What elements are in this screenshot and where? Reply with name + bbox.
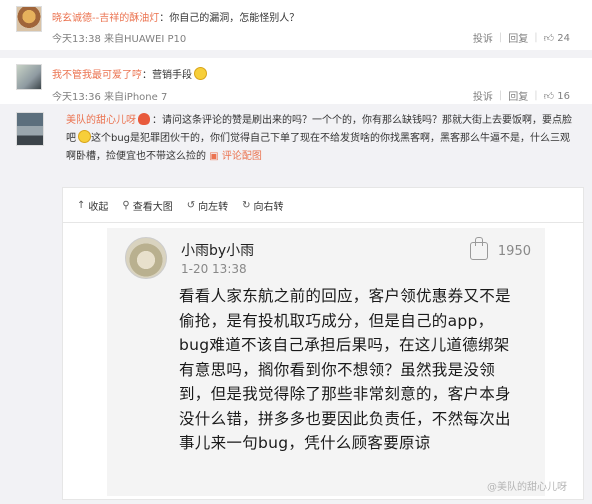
card-time: 1-20 13:38 [181,262,247,276]
divider: | [534,32,538,43]
magnifier-icon: ⚲ [122,199,130,211]
reply-button[interactable]: 回复 [508,30,528,45]
comment-image-label: 评论配图 [221,151,262,162]
comment-actions: 投诉 | 回复 | 👍︎ 16 [473,88,570,103]
image-toolbar: ↑ 收起 ⚲ 查看大图 ↺ 向左转 ↻ 向右转 [62,187,584,223]
comment-body: 美队的甜心儿呀 ：请问这条评论的赞是刷出来的吗？一个个的，你有那么缺钱吗？那就大街… [66,112,578,166]
rotate-right-button[interactable]: ↻ 向右转 [242,198,283,213]
report-button[interactable]: 投诉 [473,30,493,45]
thumbs-up-icon: 👍︎ [543,90,555,102]
watermark: @美队的甜心儿呀 [487,482,567,493]
card-username: 小雨by小雨 [181,243,255,259]
smile-emoji-icon [78,130,91,143]
like-count: 24 [557,32,570,44]
rotate-left-icon: ↺ [186,199,196,211]
comment-text: ：营销手段 [142,70,192,81]
comment-meta: 今天13:36 来自iPhone 7 [52,88,167,103]
comment-source: 来自HUAWEI P10 [104,34,187,45]
comment-text-part2: 这个bug是犯罪团伙干的，你们觉得自己下单了现在不给发货啥的你找黑客啊，黑客那么… [66,133,571,162]
rotate-right-label: 向右转 [253,201,284,213]
thumbs-up-icon [469,237,488,260]
view-large-button[interactable]: ⚲ 查看大图 [122,198,172,213]
avatar[interactable] [16,112,44,146]
reply-button[interactable]: 回复 [508,88,528,103]
comment-image[interactable]: 小雨by小雨 1-20 13:38 1950 看看人家东航之前的回应，客户领优惠… [62,223,584,500]
comment-time: 今天13:38 [52,34,101,45]
image-icon: ▣ [209,151,219,162]
like-button[interactable]: 👍︎ 24 [544,32,570,44]
like-count: 16 [557,90,570,102]
view-large-label: 查看大图 [132,201,173,213]
username-link[interactable]: 我不管我最可爱了哼 [52,70,142,81]
comment-actions: 投诉 | 回复 | 👍︎ 24 [473,30,570,45]
rotate-left-button[interactable]: ↺ 向左转 [187,198,228,213]
comment-text: ：你自己的漏洞，怎能怪别人？ [159,13,300,24]
screenshot-card: 小雨by小雨 1-20 13:38 1950 看看人家东航之前的回应，客户领优惠… [107,228,545,496]
card-like-count: 1950 [497,243,531,259]
comment-item: 晓玄诚德--吉祥的酥油灯：你自己的漏洞，怎能怪别人？ 今天13:38 来自HUA… [0,0,592,50]
avatar [125,237,167,279]
comment-image-link[interactable]: ▣ 评论配图 [209,151,262,162]
username-link[interactable]: 美队的甜心儿呀 [66,115,136,126]
thumbs-up-icon: 👍︎ [543,32,555,44]
smile-emoji-icon [194,67,207,80]
card-text: 看看人家东航之前的回应，客户领优惠券又不是偷抢，是有投机取巧成分，但是自己的ap… [179,287,511,452]
comment-time: 今天13:36 [52,92,101,103]
card-like: 1950 [469,237,531,260]
collapse-label: 收起 [88,201,109,213]
avatar[interactable] [16,64,42,90]
report-button[interactable]: 投诉 [473,88,493,103]
comment-meta: 今天13:38 来自HUAWEI P10 [52,30,186,45]
fire-badge-icon [138,113,150,125]
divider: | [498,90,503,101]
arrow-up-icon: ↑ [77,199,86,211]
comment-line: 我不管我最可爱了哼：营销手段 [52,66,207,81]
like-button[interactable]: 👍︎ 16 [544,90,570,102]
rotate-left-label: 向左转 [198,201,229,213]
avatar[interactable] [16,6,42,32]
comment-line: 晓玄诚德--吉祥的酥油灯：你自己的漏洞，怎能怪别人？ [52,9,299,24]
divider: | [534,90,538,101]
collapse-button[interactable]: ↑ 收起 [77,198,108,213]
rotate-right-icon: ↻ [242,199,251,211]
username-link[interactable]: 晓玄诚德--吉祥的酥油灯 [52,13,159,24]
comment-source: 来自iPhone 7 [104,92,168,103]
divider: | [498,32,503,43]
